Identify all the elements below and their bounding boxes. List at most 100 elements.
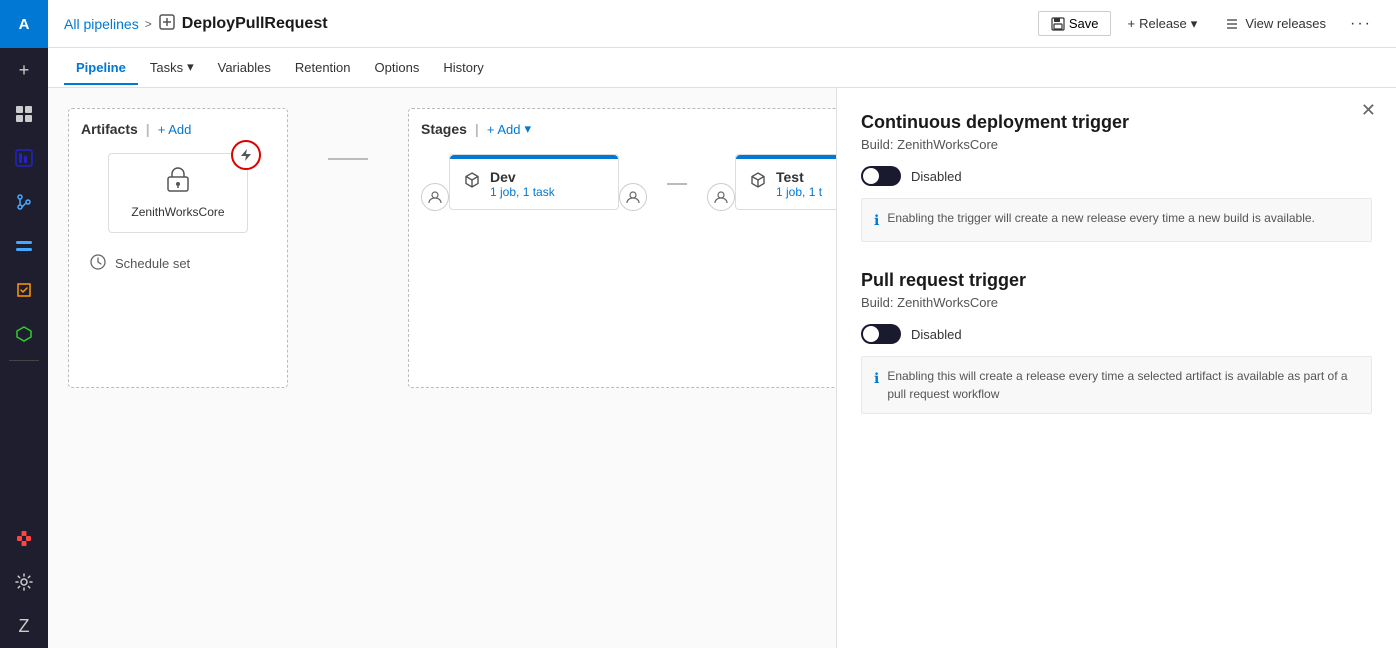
pull-request-trigger-title: Pull request trigger [861, 270, 1372, 291]
dev-stage-body: Dev 1 job, 1 task [450, 159, 618, 209]
continuous-trigger-toggle-label: Disabled [911, 169, 962, 184]
test-stage-icon [748, 171, 768, 196]
test-stage-card[interactable]: Test 1 job, 1 t [735, 154, 836, 210]
schedule-label: Schedule set [115, 256, 190, 271]
view-releases-label: View releases [1245, 16, 1326, 31]
stages-add-button[interactable]: + Add ▾ [487, 121, 531, 137]
content-area: Artifacts | + Add ZenithWorksCore [48, 88, 1396, 648]
continuous-trigger-toggle-row: Disabled [861, 166, 1372, 186]
pull-request-trigger-toggle-knob [863, 326, 879, 342]
dev-stage-name: Dev [490, 169, 606, 185]
test-plans-icon[interactable] [0, 268, 48, 312]
continuous-trigger-title: Continuous deployment trigger [861, 112, 1372, 133]
panel-close-button[interactable]: ✕ [1357, 96, 1380, 125]
dev-pre-approver[interactable] [421, 183, 449, 211]
tasks-dropdown-icon: ▾ [187, 59, 194, 75]
info-icon-2: ℹ [874, 368, 879, 389]
test-stage-name: Test [776, 169, 836, 185]
tab-options[interactable]: Options [363, 52, 432, 85]
test-stage-wrapper: Test 1 job, 1 t [707, 153, 836, 211]
tab-variables[interactable]: Variables [206, 52, 283, 85]
nav-tabs: Pipeline Tasks ▾ Variables Retention Opt… [48, 48, 1396, 88]
artifacts-title: Artifacts [81, 121, 138, 137]
test-stage-body: Test 1 job, 1 t [736, 159, 836, 209]
artifacts-nav-icon[interactable] [0, 312, 48, 356]
info-icon-1: ℹ [874, 210, 879, 231]
save-label: Save [1069, 16, 1099, 31]
artifact-icon [164, 167, 192, 201]
dev-stage-jobs: 1 job, 1 task [490, 185, 606, 199]
artifact-card[interactable]: ZenithWorksCore [108, 153, 248, 233]
settings-icon[interactable] [0, 560, 48, 604]
tab-tasks[interactable]: Tasks ▾ [138, 51, 206, 85]
breadcrumb-link[interactable]: All pipelines [64, 16, 139, 32]
pull-request-trigger-toggle[interactable] [861, 324, 901, 344]
tab-pipeline[interactable]: Pipeline [64, 52, 138, 85]
header-divider: | [146, 121, 150, 137]
continuous-trigger-info-text: Enabling the trigger will create a new r… [887, 209, 1315, 227]
pull-request-trigger-subtitle: Build: ZenithWorksCore [861, 295, 1372, 310]
release-button[interactable]: + Release ▾ [1115, 12, 1209, 36]
breadcrumb: All pipelines > DeployPullRequest [64, 13, 328, 34]
continuous-trigger-subtitle: Build: ZenithWorksCore [861, 137, 1372, 152]
plus-release-icon: + [1127, 16, 1135, 31]
test-stage-jobs: 1 job, 1 t [776, 185, 836, 199]
dev-post-approver[interactable] [619, 183, 647, 211]
right-panel: ✕ Continuous deployment trigger Build: Z… [836, 88, 1396, 648]
stages-title: Stages [421, 121, 467, 137]
pull-request-trigger-section: Pull request trigger Build: ZenithWorksC… [861, 270, 1372, 414]
pipeline-icon-nav [158, 13, 176, 34]
pull-request-trigger-toggle-label: Disabled [911, 327, 962, 342]
continuous-trigger-toggle-knob [863, 168, 879, 184]
stages-row: Dev 1 job, 1 task [421, 153, 836, 211]
pipelines-icon[interactable] [0, 224, 48, 268]
artifacts-add-button[interactable]: + Add [158, 122, 192, 137]
dev-stage-card[interactable]: Dev 1 job, 1 task [449, 154, 619, 210]
dev-stage-info: Dev 1 job, 1 task [490, 169, 606, 199]
artifacts-header: Artifacts | + Add [81, 121, 275, 137]
save-icon [1051, 17, 1065, 31]
lightning-badge[interactable] [231, 140, 261, 170]
list-icon [1225, 17, 1239, 31]
artifacts-panel: Artifacts | + Add ZenithWorksCore [68, 108, 288, 388]
continuous-trigger-section: Continuous deployment trigger Build: Zen… [861, 112, 1372, 242]
stages-header-divider: | [475, 121, 479, 137]
schedule-icon [89, 253, 107, 274]
overview-icon[interactable] [0, 92, 48, 136]
continuous-trigger-info: ℹ Enabling the trigger will create a new… [861, 198, 1372, 242]
connector-line [328, 158, 368, 160]
stages-header: Stages | + Add ▾ [421, 121, 836, 137]
pipeline-canvas: Artifacts | + Add ZenithWorksCore [48, 88, 836, 648]
test-stage-info: Test 1 job, 1 t [776, 169, 836, 199]
stages-panel: Stages | + Add ▾ [408, 108, 836, 388]
repos-icon[interactable] [0, 180, 48, 224]
pull-request-trigger-toggle-row: Disabled [861, 324, 1372, 344]
test-pre-approver[interactable] [707, 183, 735, 211]
topbar-actions: Save + Release ▾ View releases ··· [1038, 11, 1380, 37]
extensions-icon[interactable] [0, 516, 48, 560]
pull-request-trigger-info-text: Enabling this will create a release ever… [887, 367, 1359, 403]
boards-icon[interactable] [0, 136, 48, 180]
pipeline-title: DeployPullRequest [182, 15, 328, 33]
bottom-z-icon[interactable]: Z [0, 604, 48, 648]
stages-add-dropdown: ▾ [524, 121, 531, 137]
view-releases-button[interactable]: View releases [1213, 12, 1338, 35]
release-dropdown-icon: ▾ [1191, 16, 1198, 32]
sidebar: A + Z [0, 0, 48, 648]
pipeline-row: Artifacts | + Add ZenithWorksCore [68, 108, 816, 388]
stages-connector [667, 183, 687, 185]
save-button[interactable]: Save [1038, 11, 1112, 36]
tab-retention[interactable]: Retention [283, 52, 363, 85]
avatar[interactable]: A [0, 0, 48, 48]
breadcrumb-separator: > [145, 17, 152, 31]
release-label: Release [1139, 16, 1187, 31]
dev-stage-icon [462, 171, 482, 196]
main-content: All pipelines > DeployPullRequest Save +… [48, 0, 1396, 648]
more-options-button[interactable]: ··· [1342, 11, 1380, 37]
tab-history[interactable]: History [431, 52, 495, 85]
lightning-icon [239, 148, 253, 162]
schedule-item[interactable]: Schedule set [81, 245, 275, 282]
plus-icon[interactable]: + [0, 48, 48, 92]
continuous-trigger-toggle[interactable] [861, 166, 901, 186]
artifacts-connector [328, 158, 368, 160]
